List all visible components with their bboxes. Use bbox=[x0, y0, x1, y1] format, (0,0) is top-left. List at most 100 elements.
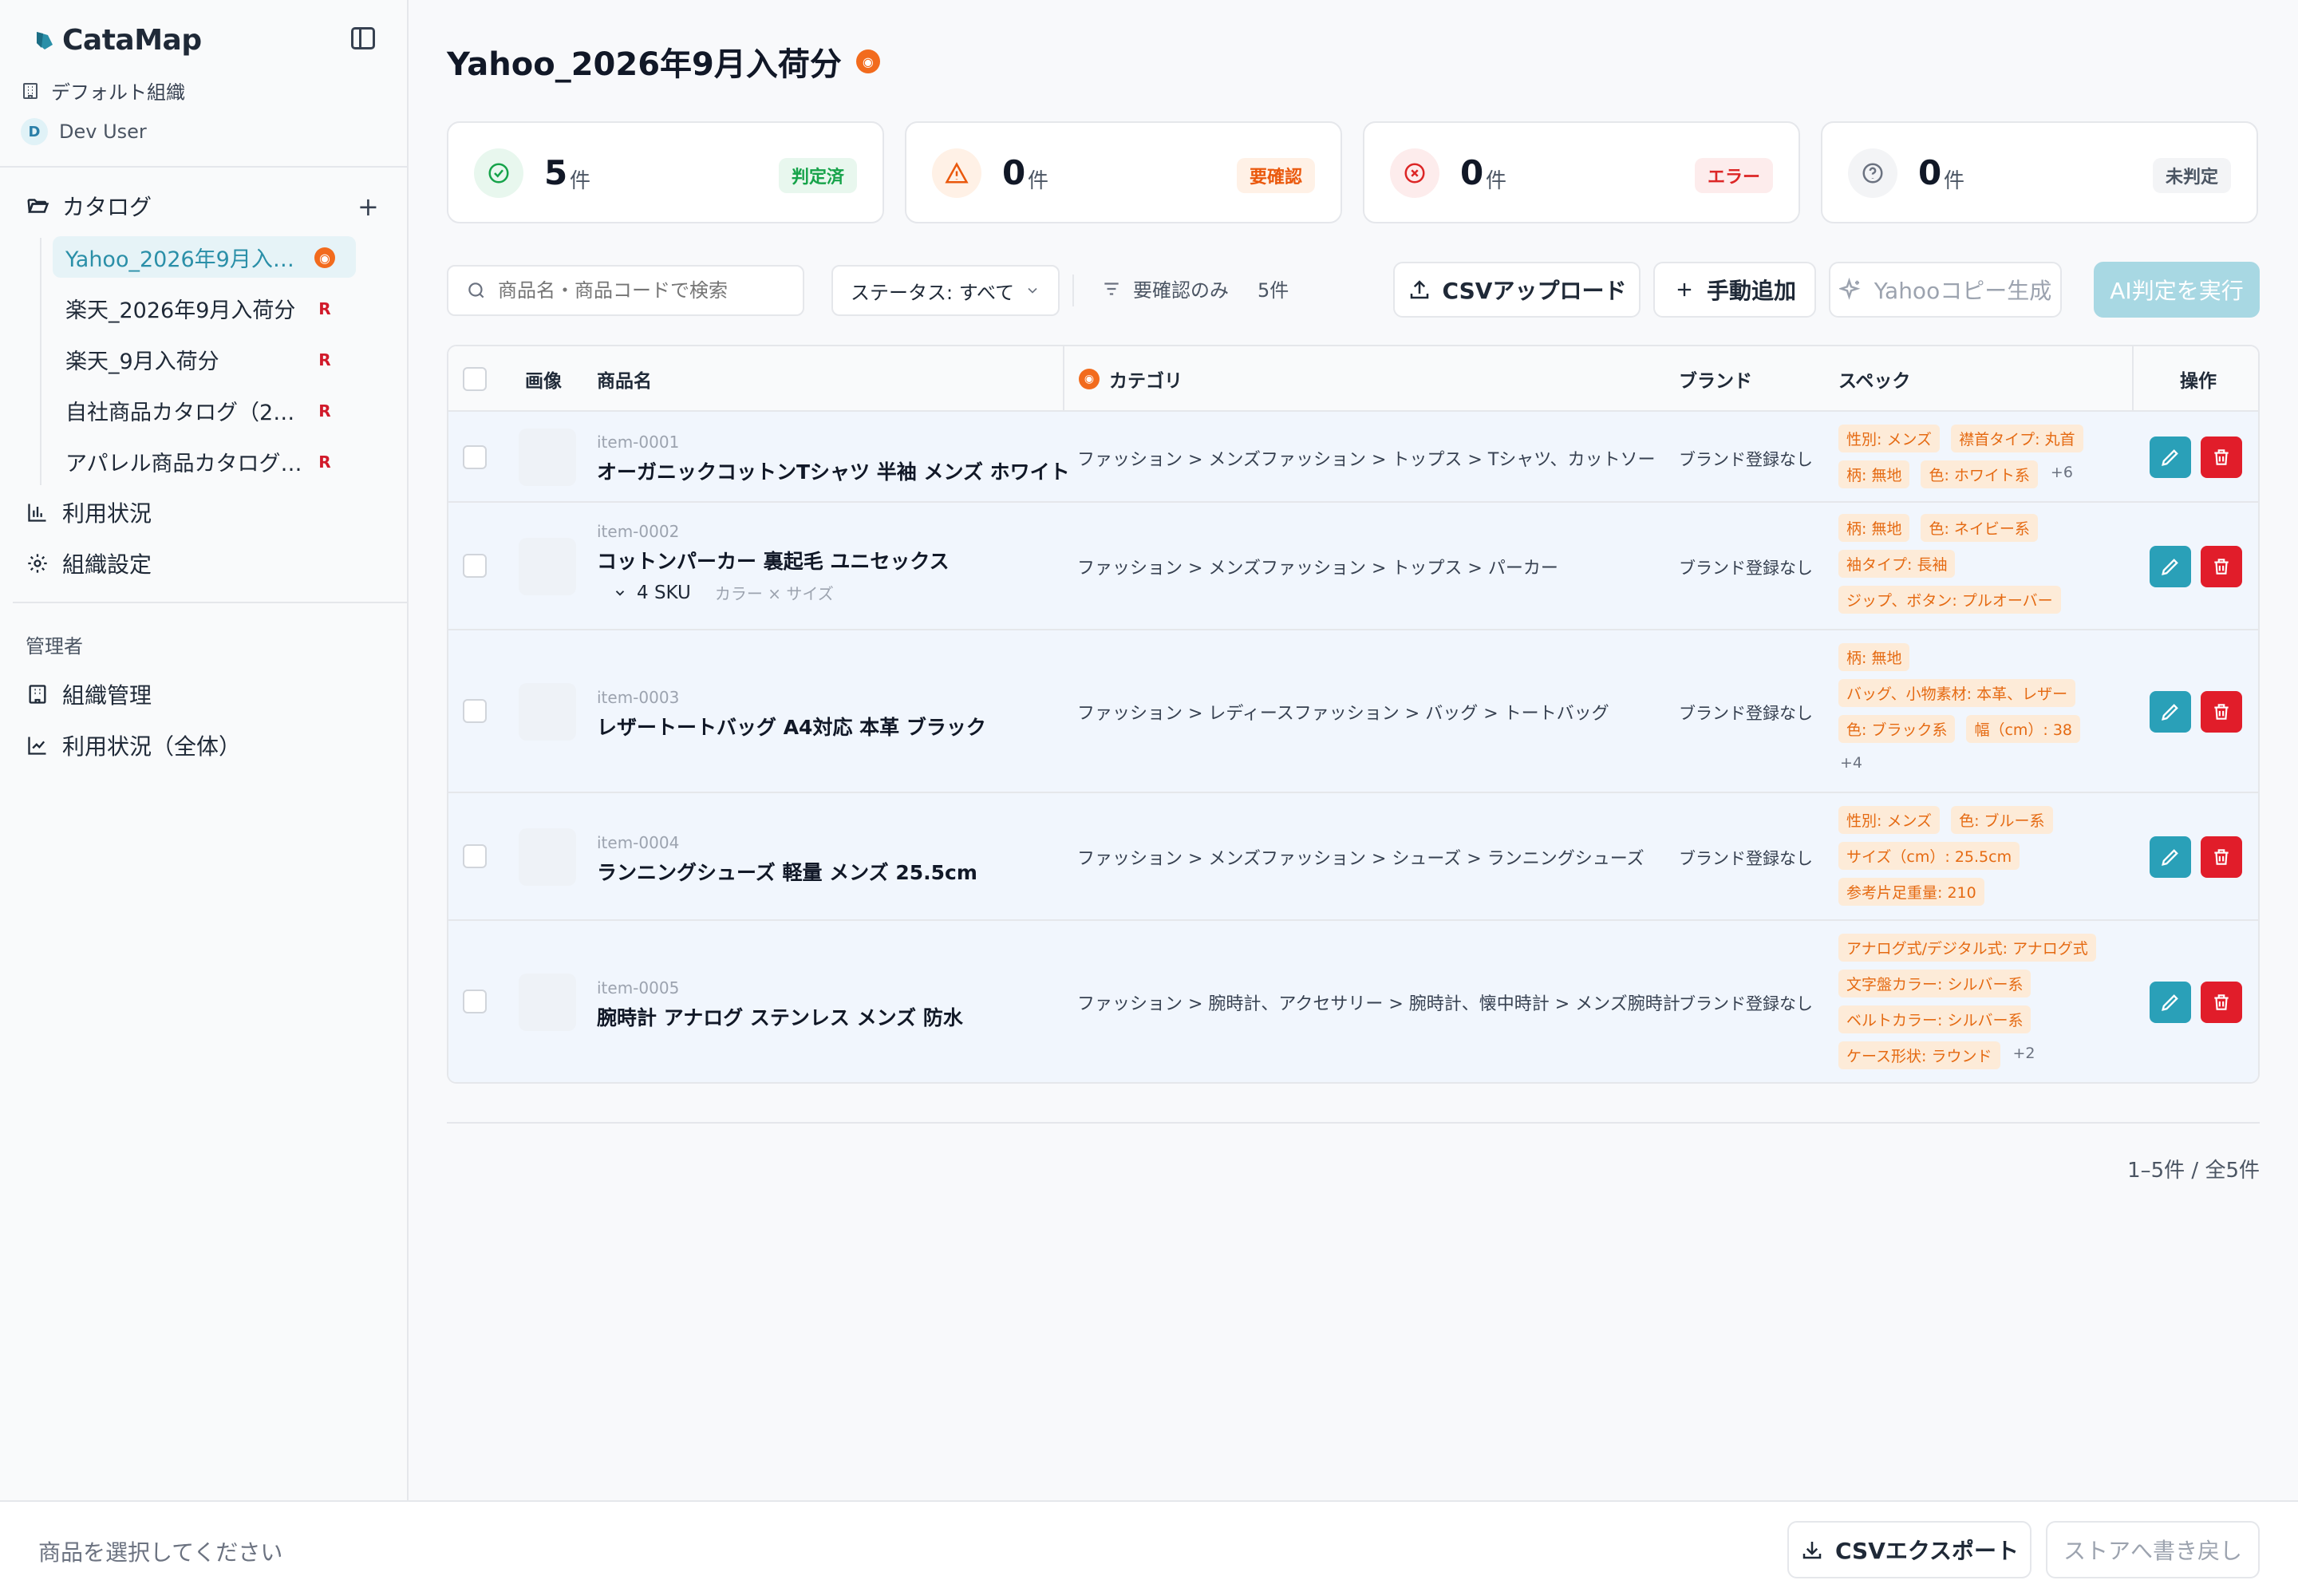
spec-tag: 色: ブラック系 bbox=[1838, 715, 1956, 743]
nav-catalog-label: カタログ bbox=[62, 194, 152, 220]
edit-button[interactable] bbox=[2150, 982, 2191, 1023]
bar-chart-icon bbox=[26, 500, 49, 524]
spec-more-count[interactable]: +4 bbox=[1838, 751, 1864, 775]
sku-toggle[interactable]: 4 SKU カラー × サイズ bbox=[613, 581, 834, 604]
csv-upload-button[interactable]: CSVアップロード bbox=[1393, 262, 1641, 318]
product-code: item-0003 bbox=[597, 688, 680, 707]
product-code: item-0004 bbox=[597, 833, 680, 852]
sku-count: 4 SKU bbox=[637, 582, 691, 603]
delete-button[interactable] bbox=[2201, 437, 2242, 478]
org-name: デフォルト組織 bbox=[51, 81, 185, 104]
add-catalog-icon[interactable]: + bbox=[357, 192, 379, 222]
spec-more-count[interactable]: +6 bbox=[2049, 460, 2075, 488]
user-menu[interactable]: D Dev User bbox=[21, 118, 147, 145]
brand[interactable]: CataMap bbox=[32, 24, 202, 57]
spec-tag: ベルトカラー: シルバー系 bbox=[1838, 1005, 2031, 1033]
delete-button[interactable] bbox=[2201, 691, 2242, 733]
brand-value: ブランド登録なし bbox=[1679, 559, 1813, 578]
yahoo-store-icon: ◉ bbox=[1079, 369, 1100, 389]
table-row[interactable]: item-0003 レザートートバッグ A4対応 本革 ブラック ファッション … bbox=[448, 630, 2258, 793]
trash-icon bbox=[2214, 994, 2229, 1010]
edit-button[interactable] bbox=[2150, 691, 2191, 733]
header-category[interactable]: ◉ カテゴリ bbox=[1079, 346, 1183, 412]
row-checkbox[interactable] bbox=[463, 844, 487, 868]
category-path: ファッション > 腕時計、アクセサリー > 腕時計、懐中時計 > メンズ腕時計 bbox=[1077, 994, 1680, 1014]
divider bbox=[13, 602, 407, 603]
row-checkbox[interactable] bbox=[463, 990, 487, 1013]
product-name[interactable]: レザートートバッグ A4対応 本革 ブラック bbox=[597, 712, 986, 741]
manual-add-button[interactable]: 手動追加 bbox=[1653, 262, 1816, 318]
rakuten-store-icon: R bbox=[318, 401, 331, 421]
plus-icon bbox=[1677, 282, 1692, 297]
org-switcher[interactable]: デフォルト組織 bbox=[21, 77, 185, 105]
nav-org-settings[interactable]: 組織設定 bbox=[26, 547, 152, 579]
warning-icon bbox=[932, 148, 981, 198]
search-input[interactable] bbox=[498, 279, 785, 302]
nav-usage[interactable]: 利用状況 bbox=[26, 496, 152, 528]
nav-usage-label: 利用状況 bbox=[62, 500, 152, 527]
product-name[interactable]: ランニングシューズ 軽量 メンズ 25.5cm bbox=[597, 857, 977, 886]
gear-icon bbox=[26, 551, 49, 575]
trash-icon bbox=[2214, 704, 2229, 720]
pencil-icon bbox=[2162, 559, 2178, 575]
yahoo-copy-button[interactable]: Yahooコピー生成 bbox=[1829, 262, 2062, 318]
pencil-icon bbox=[2162, 994, 2178, 1011]
csv-export-button[interactable]: CSVエクスポート bbox=[1787, 1521, 2031, 1578]
nav-org-manage[interactable]: 組織管理 bbox=[26, 678, 152, 710]
select-all-checkbox[interactable] bbox=[463, 367, 487, 391]
row-checkbox[interactable] bbox=[463, 554, 487, 578]
search-box[interactable] bbox=[447, 265, 804, 316]
stat-card-unknown[interactable]: 0 件 未判定 bbox=[1821, 121, 2258, 223]
page-title: Yahoo_2026年9月入荷分 ◉ bbox=[447, 38, 880, 85]
catalog-item[interactable]: Yahoo_2026年9月入荷分 ◉ bbox=[53, 236, 356, 278]
download-icon bbox=[1802, 1542, 1822, 1559]
brand-value: ブランド登録なし bbox=[1679, 450, 1813, 469]
catalog-item[interactable]: 自社商品カタログ（2026） R bbox=[53, 389, 356, 431]
table-row[interactable]: item-0002 コットンパーカー 裏起毛 ユニセックス 4 SKU カラー … bbox=[448, 503, 2258, 630]
ai-run-button[interactable]: AI判定を実行 bbox=[2094, 262, 2260, 318]
edit-button[interactable] bbox=[2150, 836, 2191, 878]
catalog-item[interactable]: 楽天_2026年9月入荷分 R bbox=[53, 287, 356, 329]
spec-list: 性別: メンズ 色: ブルー系 サイズ（cm）: 25.5cm 参考片足重量: … bbox=[1838, 806, 2110, 906]
page-title-text: Yahoo_2026年9月入荷分 bbox=[447, 46, 842, 83]
header-brand: ブランド bbox=[1679, 371, 1752, 392]
stat-card-error[interactable]: 0 件 エラー bbox=[1363, 121, 1800, 223]
status-badge: エラー bbox=[1694, 158, 1773, 193]
spec-tag: ケース形状: ラウンド bbox=[1838, 1041, 2000, 1069]
product-name[interactable]: オーガニックコットンTシャツ 半袖 メンズ ホワイト bbox=[597, 456, 1070, 485]
sidebar-toggle-icon[interactable] bbox=[351, 27, 375, 49]
stat-card-ok[interactable]: 5 件 判定済 bbox=[447, 121, 884, 223]
delete-button[interactable] bbox=[2201, 836, 2242, 878]
nav-catalog[interactable]: カタログ bbox=[26, 190, 152, 222]
table-row[interactable]: item-0004 ランニングシューズ 軽量 メンズ 25.5cm ファッション… bbox=[448, 793, 2258, 921]
row-checkbox[interactable] bbox=[463, 445, 487, 469]
row-checkbox[interactable] bbox=[463, 699, 487, 723]
stat-card-warn[interactable]: 0 件 要確認 bbox=[905, 121, 1342, 223]
yahoo-copy-label: Yahooコピー生成 bbox=[1874, 278, 2052, 304]
table-row[interactable]: item-0005 腕時計 アナログ ステンレス メンズ 防水 ファッション >… bbox=[448, 921, 2258, 1082]
nav-usage-all[interactable]: 利用状況（全体） bbox=[26, 729, 241, 761]
header-name[interactable]: 商品名 bbox=[597, 346, 652, 412]
spec-tag: 袖タイプ: 長袖 bbox=[1838, 550, 1956, 578]
spec-more-count[interactable]: +2 bbox=[2012, 1041, 2037, 1069]
edit-button[interactable] bbox=[2150, 437, 2191, 478]
delete-button[interactable] bbox=[2201, 546, 2242, 587]
edit-button[interactable] bbox=[2150, 546, 2191, 587]
catalog-item[interactable]: アパレル商品カタログ2026 R bbox=[53, 440, 356, 482]
product-name[interactable]: コットンパーカー 裏起毛 ユニセックス bbox=[597, 546, 950, 575]
product-image bbox=[519, 429, 576, 486]
check-circle-icon bbox=[474, 148, 523, 198]
store-writeback-button[interactable]: ストアへ書き戻し bbox=[2046, 1521, 2260, 1578]
table-row[interactable]: item-0001 オーガニックコットンTシャツ 半袖 メンズ ホワイト ファッ… bbox=[448, 412, 2258, 503]
stat-value: 0 bbox=[1460, 153, 1484, 192]
needs-review-filter[interactable]: 要確認のみ 5件 bbox=[1101, 275, 1289, 302]
header-category-label: カテゴリ bbox=[1109, 371, 1183, 392]
product-name[interactable]: 腕時計 アナログ ステンレス メンズ 防水 bbox=[597, 1002, 963, 1031]
delete-button[interactable] bbox=[2201, 982, 2242, 1023]
category-path: ファッション > メンズファッション > トップス > Tシャツ、カットソー bbox=[1077, 450, 1656, 470]
pencil-icon bbox=[2162, 449, 2178, 466]
catalog-item[interactable]: 楽天_9月入荷分 R bbox=[53, 338, 356, 380]
product-image bbox=[519, 683, 576, 741]
product-code: item-0002 bbox=[597, 522, 680, 541]
status-select[interactable]: ステータス: すべて bbox=[831, 265, 1060, 316]
